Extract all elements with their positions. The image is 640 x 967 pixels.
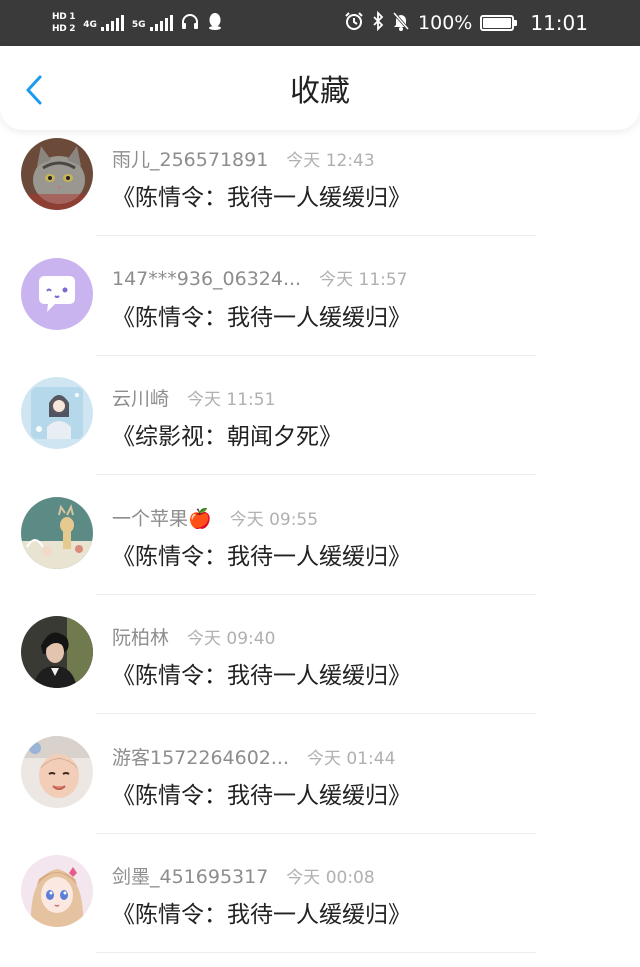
avatar[interactable]: [21, 138, 93, 210]
chevron-left-icon: [26, 75, 42, 105]
network-type-1: 4G: [83, 20, 97, 30]
network-type-2: 5G: [131, 20, 146, 30]
dual-sim-indicator: HD 1 HD 2: [52, 12, 76, 34]
page-title: 收藏: [290, 74, 350, 109]
nav-header: 收藏: [0, 46, 640, 130]
hd2-label: HD 2: [52, 24, 76, 34]
signal-2-icon: [149, 15, 173, 31]
divider: [96, 593, 536, 595]
back-button[interactable]: [18, 74, 50, 106]
clock: 11:01: [530, 11, 588, 35]
divider: [96, 474, 536, 475]
mute-bell-icon: [392, 11, 410, 35]
status-bar: HD 1 HD 2 4G 5G 100% 11:01: [0, 0, 640, 46]
avatar[interactable]: [21, 257, 93, 330]
avatar[interactable]: [21, 855, 93, 927]
divider: [96, 713, 536, 714]
username[interactable]: 雨儿_256571891: [112, 145, 268, 172]
book-title[interactable]: 《陈情令：我待一人缓缓归》: [112, 776, 411, 810]
avatar[interactable]: [21, 616, 93, 688]
list-item[interactable]: 一个苹果🍎 今天 09:55 《陈情令：我待一人缓缓归》: [0, 489, 640, 609]
list-item[interactable]: 游客1572264602... 今天 01:44 《陈情令：我待一人缓缓归》: [0, 728, 640, 848]
username[interactable]: 云川崎: [112, 384, 169, 411]
avatar[interactable]: [21, 496, 93, 569]
list-item[interactable]: 剑墨_451695317 今天 00:08 《陈情令：我待一人缓缓归》: [0, 847, 640, 967]
battery-icon: [480, 15, 518, 31]
battery-percent: 100%: [418, 12, 473, 34]
avatar[interactable]: [21, 377, 93, 449]
hd1-label: HD 1: [52, 12, 76, 22]
alarm-icon: [344, 11, 364, 35]
timestamp: 今天 11:51: [187, 390, 276, 410]
divider: [96, 354, 536, 356]
divider: [96, 832, 536, 834]
bluetooth-icon: [372, 10, 384, 35]
signal-1-icon: [100, 15, 124, 31]
username[interactable]: 阮柏林: [112, 623, 169, 650]
username[interactable]: 游客1572264602...: [112, 743, 289, 770]
divider: [96, 952, 536, 953]
list-item[interactable]: 147***936_06324... 今天 11:57 《陈情令：我待一人缓缓归…: [0, 250, 640, 370]
book-title[interactable]: 《陈情令：我待一人缓缓归》: [112, 298, 411, 332]
timestamp: 今天 11:57: [319, 269, 408, 290]
timestamp: 今天 12:43: [286, 151, 375, 171]
headphones-icon: [181, 13, 199, 34]
book-title[interactable]: 《综影视：朝闻夕死》: [112, 417, 342, 451]
timestamp: 今天 09:40: [187, 629, 276, 649]
book-title[interactable]: 《陈情令：我待一人缓缓归》: [112, 537, 411, 571]
list-item[interactable]: 云川崎 今天 11:51 《综影视：朝闻夕死》: [0, 369, 640, 489]
qq-icon: [207, 12, 223, 34]
book-title[interactable]: 《陈情令：我待一人缓缓归》: [112, 895, 411, 929]
username[interactable]: 147***936_06324...: [112, 268, 301, 290]
avatar[interactable]: [21, 735, 93, 808]
book-title[interactable]: 《陈情令：我待一人缓缓归》: [112, 656, 411, 690]
divider: [96, 235, 536, 236]
username[interactable]: 剑墨_451695317: [112, 862, 268, 889]
timestamp: 今天 09:55: [229, 509, 319, 530]
favorites-list: 雨儿_256571891 今天 12:43 《陈情令：我待一人缓缓归》 147*…: [0, 130, 640, 967]
username[interactable]: 一个苹果🍎: [112, 504, 212, 531]
list-item[interactable]: 阮柏林 今天 09:40 《陈情令：我待一人缓缓归》: [0, 608, 640, 728]
book-title[interactable]: 《陈情令：我待一人缓缓归》: [112, 178, 411, 212]
list-item[interactable]: 雨儿_256571891 今天 12:43 《陈情令：我待一人缓缓归》: [0, 130, 640, 250]
timestamp: 今天 01:44: [307, 748, 396, 769]
timestamp: 今天 00:08: [286, 868, 375, 888]
